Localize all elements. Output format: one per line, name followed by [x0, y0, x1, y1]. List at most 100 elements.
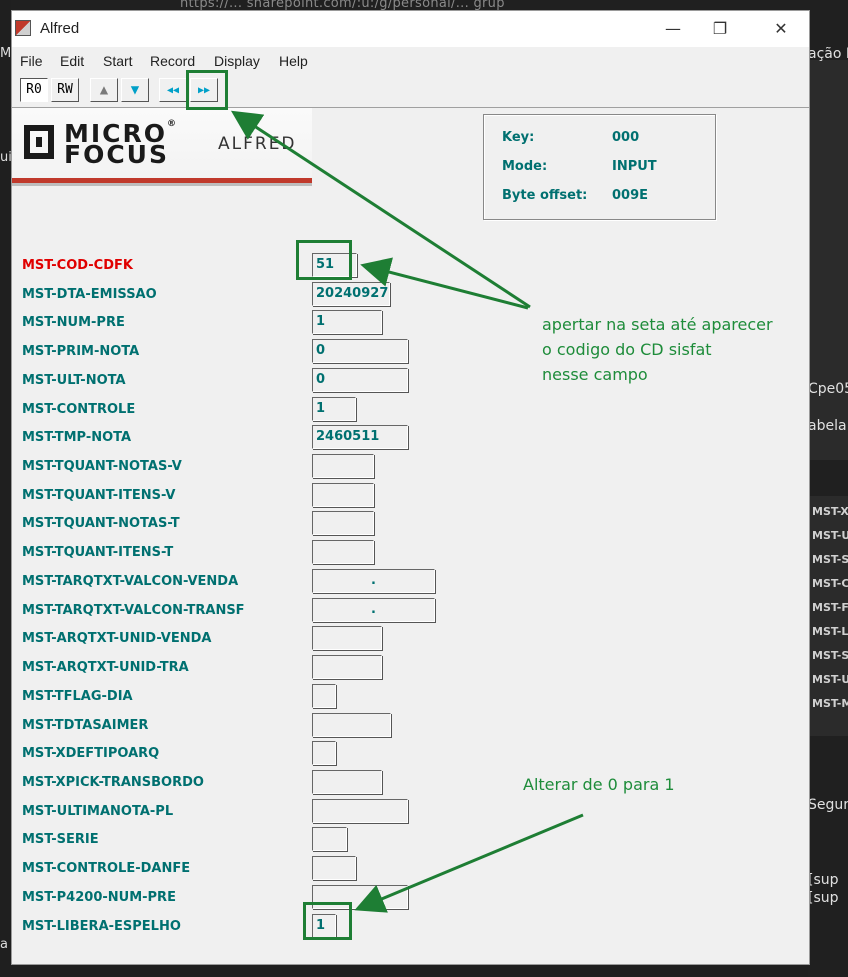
field-input[interactable] — [312, 799, 408, 823]
app-icon — [15, 20, 31, 36]
bg-panel-block — [808, 60, 848, 460]
field-label: MST-ULTIMANOTA-PL — [22, 804, 174, 819]
menu-help[interactable]: Help — [279, 53, 308, 69]
field-label: MST-TARQTXT-VALCON-TRANSF — [22, 603, 245, 618]
record-info-panel: Key: 000 Mode: INPUT Byte offset: 009E — [483, 114, 716, 220]
menu-display[interactable]: Display — [214, 53, 260, 69]
bg-text: [sup — [808, 872, 839, 888]
bg-text: Segur — [808, 797, 848, 813]
double-left-arrow-icon: ◀◀ — [166, 85, 180, 96]
bg-field-text: MST-M — [812, 697, 848, 710]
field-input[interactable] — [312, 684, 336, 708]
micro-focus-logo: MICRO® FOCUS ALFRED — [12, 108, 312, 184]
field-input[interactable] — [312, 655, 382, 679]
r0-button[interactable]: R0 — [20, 78, 48, 102]
offset-label: Byte offset: — [502, 188, 588, 203]
field-label: MST-TDTASAIMER — [22, 718, 149, 733]
field-input[interactable]: . — [312, 598, 435, 622]
window-title: Alfred — [40, 20, 80, 37]
menu-bar: File Edit Start Record Display Help — [12, 48, 809, 72]
bg-field-text: MST-U — [812, 673, 848, 686]
logo-focus-text: FOCUS — [64, 140, 169, 169]
field-label: MST-P4200-NUM-PRE — [22, 890, 176, 905]
bg-field-text: MST-F — [812, 601, 848, 614]
annotation-line: o codigo do CD sisfat — [542, 340, 712, 359]
bg-field-text: MST-C — [812, 577, 848, 590]
first-record-button[interactable]: ▲ — [90, 78, 118, 102]
field-input[interactable]: . — [312, 569, 435, 593]
menu-start[interactable]: Start — [103, 53, 133, 69]
mode-label: Mode: — [502, 159, 548, 174]
rw-icon: RW — [57, 82, 73, 97]
logo-product-text: ALFRED — [218, 134, 297, 154]
field-input[interactable] — [312, 483, 374, 507]
maximize-button[interactable]: ❐ — [697, 11, 743, 47]
field-label: MST-TFLAG-DIA — [22, 689, 133, 704]
highlight-next-button — [186, 70, 228, 110]
key-label: Key: — [502, 130, 535, 145]
annotation-line: nesse campo — [542, 365, 648, 384]
bg-field-text: MST-S — [812, 553, 848, 566]
field-input[interactable]: 0 — [312, 368, 408, 392]
field-label: MST-CONTROLE — [22, 402, 136, 417]
bg-text: Cpe05 — [808, 381, 848, 397]
menu-file[interactable]: File — [20, 53, 43, 69]
title-bar[interactable]: Alfred — ❐ ✕ — [12, 11, 809, 47]
bg-text: [sup — [808, 890, 839, 906]
field-label: MST-TQUANT-ITENS-T — [22, 545, 174, 560]
bg-text: ação E — [808, 46, 848, 62]
field-input[interactable]: 1 — [312, 310, 382, 334]
field-input[interactable] — [312, 770, 382, 794]
bg-text: abela — [808, 418, 847, 434]
annotation-alterar: Alterar de 0 para 1 — [523, 775, 675, 794]
field-input[interactable]: 20240927 — [312, 282, 390, 306]
field-label: MST-SERIE — [22, 832, 99, 847]
logo-mark-icon — [24, 125, 54, 159]
field-input[interactable] — [312, 511, 374, 535]
field-input[interactable]: 2460511 — [312, 425, 408, 449]
menu-edit[interactable]: Edit — [60, 53, 84, 69]
field-label: MST-COD-CDFK — [22, 258, 133, 273]
highlight-cod-cdfk-field — [296, 240, 352, 280]
field-label: MST-CONTROLE-DANFE — [22, 861, 191, 876]
field-input[interactable] — [312, 540, 374, 564]
rw-button[interactable]: RW — [51, 78, 79, 102]
alfred-window: Alfred — ❐ ✕ File Edit Start Record Disp… — [11, 10, 810, 965]
field-input[interactable] — [312, 454, 374, 478]
offset-value: 009E — [612, 188, 649, 203]
field-label: MST-TQUANT-ITENS-V — [22, 488, 176, 503]
field-input[interactable]: 1 — [312, 397, 356, 421]
key-value: 000 — [612, 130, 640, 145]
double-down-arrow-icon: ▼ — [130, 82, 140, 98]
field-label: MST-ULT-NOTA — [22, 373, 126, 388]
field-label: MST-LIBERA-ESPELHO — [22, 919, 181, 934]
field-label: MST-ARQTXT-UNID-TRA — [22, 660, 189, 675]
last-record-button[interactable]: ▼ — [121, 78, 149, 102]
field-input[interactable] — [312, 741, 336, 765]
background-right-panel: ação E Cpe05 abela Segur [sup [sup MST-X MST-U M… — [808, 0, 848, 977]
field-label: MST-TQUANT-NOTAS-V — [22, 459, 182, 474]
minimize-button[interactable]: — — [650, 11, 696, 47]
annotation-line: apertar na seta até aparecer — [542, 315, 773, 334]
field-label: MST-XPICK-TRANSBORDO — [22, 775, 204, 790]
menu-record[interactable]: Record — [150, 53, 195, 69]
field-input[interactable] — [312, 626, 382, 650]
field-label: MST-PRIM-NOTA — [22, 344, 140, 359]
field-label: MST-TMP-NOTA — [22, 430, 132, 445]
previous-button[interactable]: ◀◀ — [159, 78, 187, 102]
field-input[interactable] — [312, 827, 347, 851]
toolbar: R0 RW ▲ ▼ ◀◀ ▶▶ — [12, 73, 809, 108]
close-button[interactable]: ✕ — [758, 11, 804, 47]
field-input[interactable] — [312, 713, 391, 737]
bg-field-text: MST-L — [812, 625, 848, 638]
field-label: MST-ARQTXT-UNID-VENDA — [22, 631, 212, 646]
field-input[interactable] — [312, 856, 356, 880]
mode-value: INPUT — [612, 159, 657, 174]
logo-gray-line — [12, 183, 312, 186]
field-input[interactable]: 0 — [312, 339, 408, 363]
field-label: MST-XDEFTIPOARQ — [22, 746, 160, 761]
background-left-panel: Mi ui a — [0, 0, 15, 977]
bg-field-text: MST-X — [812, 505, 848, 518]
bg-field-text: MST-U — [812, 529, 848, 542]
double-up-arrow-icon: ▲ — [99, 82, 109, 98]
